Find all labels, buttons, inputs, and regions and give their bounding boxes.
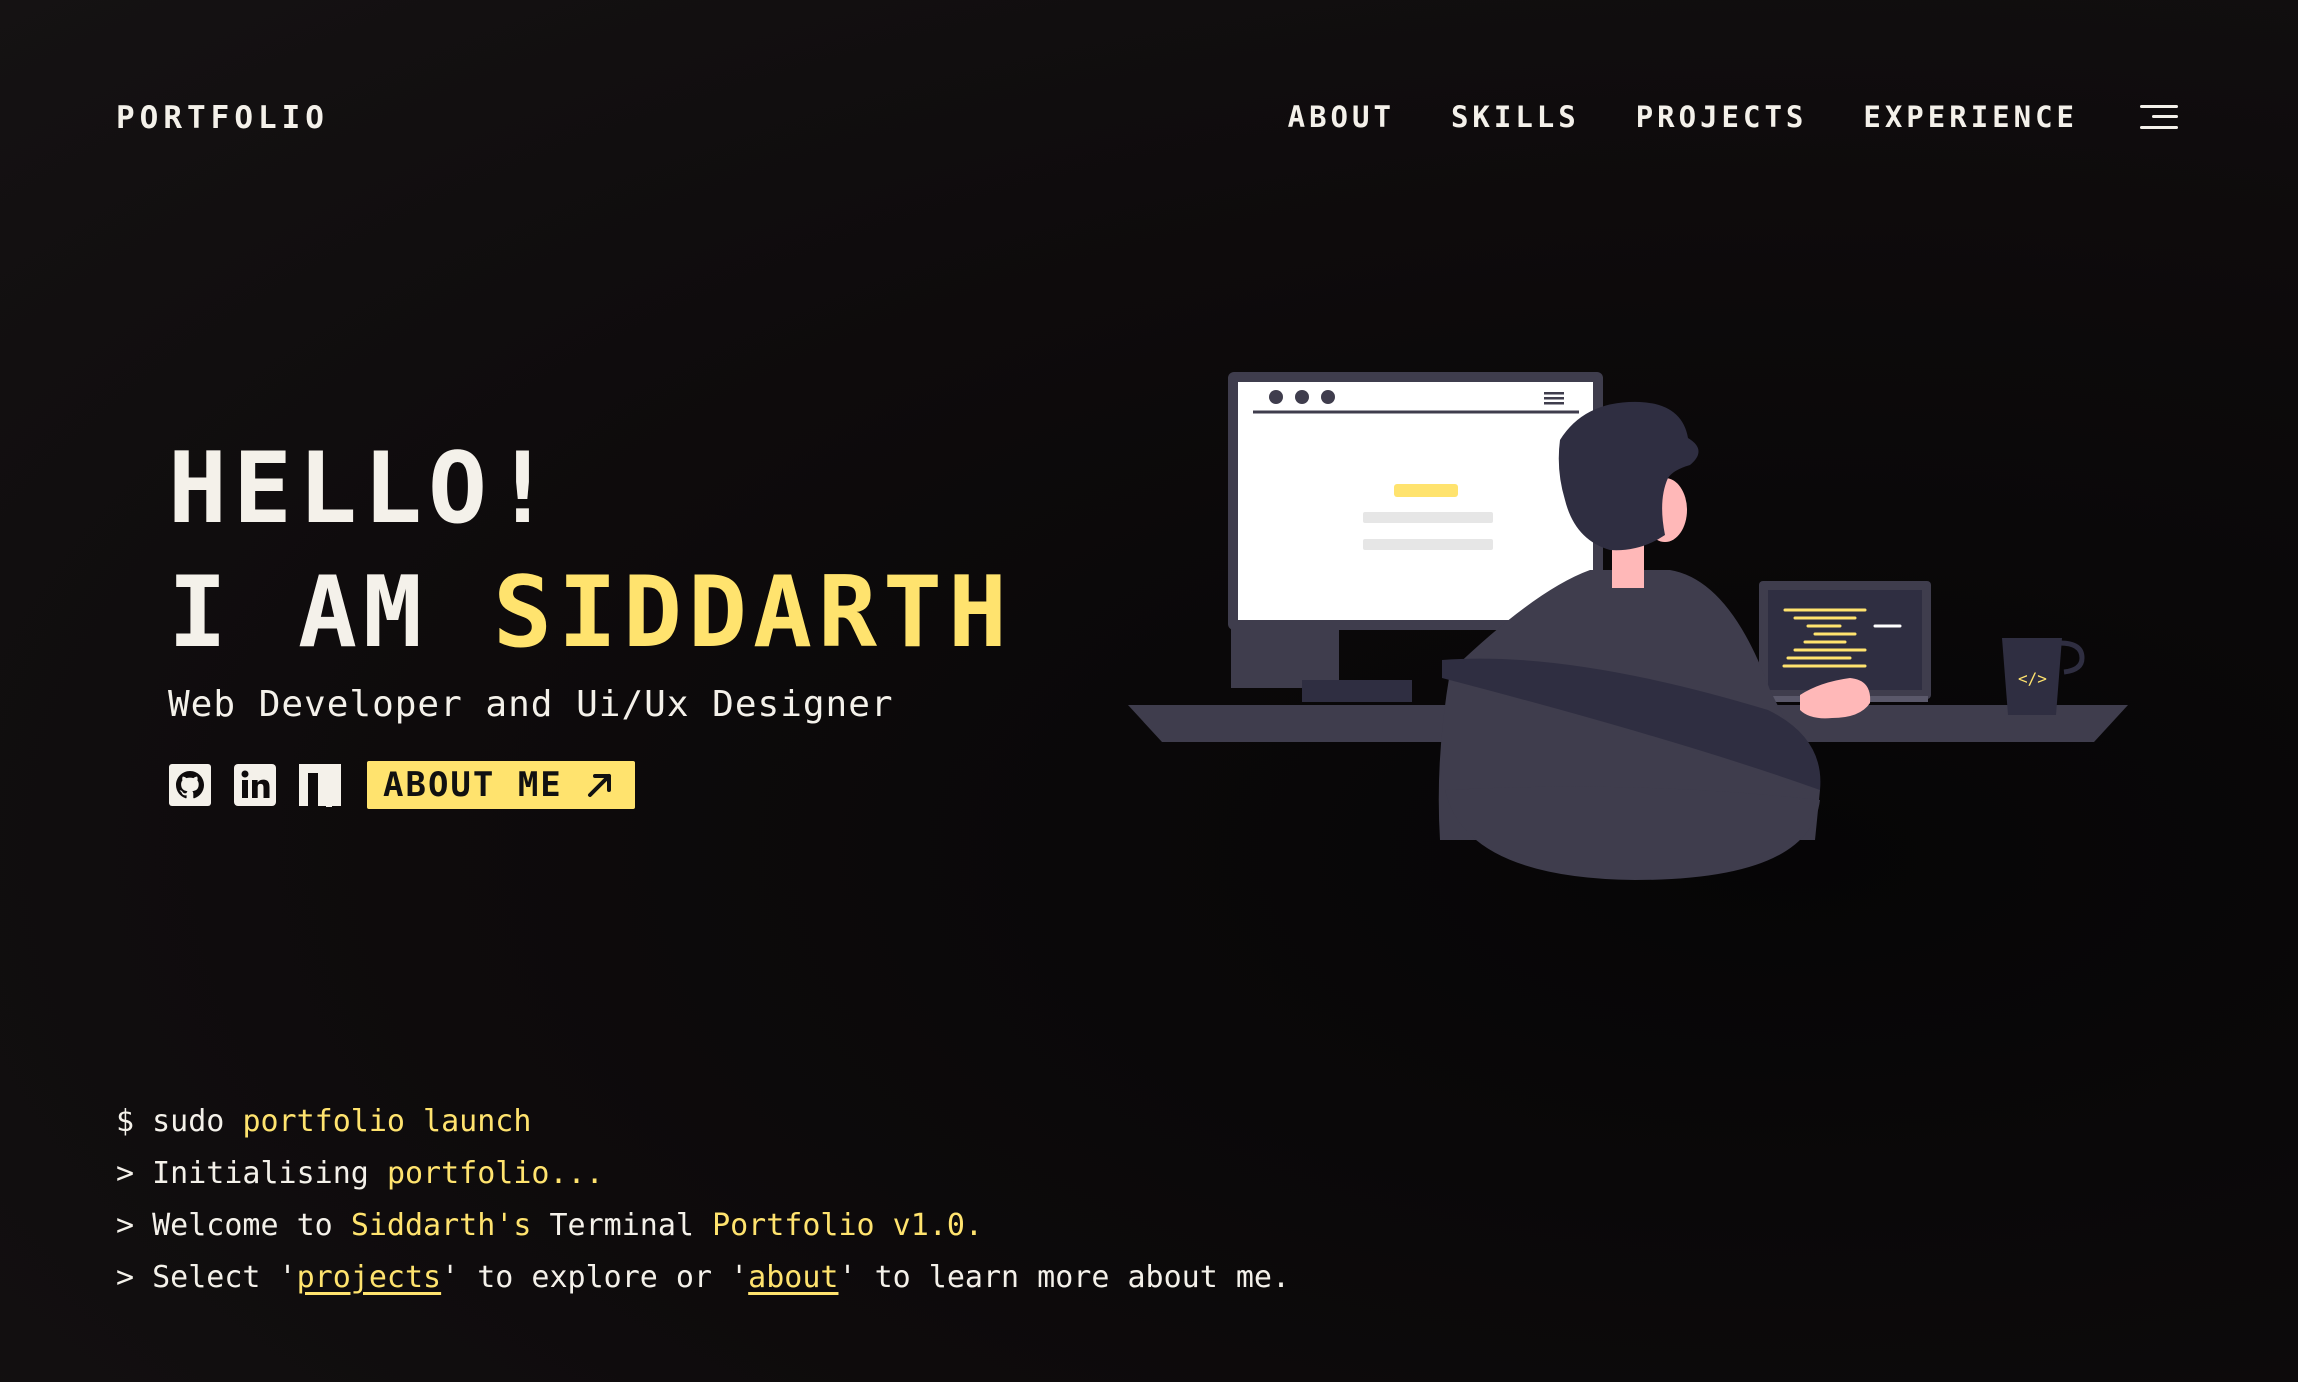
projects-link[interactable]: projects bbox=[297, 1260, 442, 1295]
nav-projects[interactable]: PROJECTS bbox=[1636, 100, 1808, 134]
terminal-prompt: > bbox=[116, 1208, 135, 1243]
terminal-argument: portfolio launch bbox=[242, 1104, 532, 1139]
terminal-line-select: > Select 'projects' to explore or 'about… bbox=[116, 1252, 1290, 1304]
terminal-command: sudo bbox=[134, 1104, 243, 1139]
terminal-accent: Portfolio v1.0. bbox=[712, 1208, 983, 1243]
nav-skills[interactable]: SKILLS bbox=[1451, 100, 1580, 134]
notion-icon[interactable] bbox=[298, 763, 342, 807]
brand-logo[interactable]: PORTFOLIO bbox=[116, 100, 329, 136]
hero-role: Web Developer and Ui/Ux Designer bbox=[168, 684, 894, 725]
linkedin-icon[interactable] bbox=[233, 763, 277, 807]
about-link[interactable]: about bbox=[748, 1260, 838, 1295]
hero-intro: I AM SIDDARTH bbox=[168, 548, 1013, 678]
arrow-up-right-icon bbox=[587, 774, 611, 797]
svg-text:</>: </> bbox=[2018, 669, 2047, 688]
hamburger-menu-icon[interactable] bbox=[2140, 103, 2178, 131]
github-icon[interactable] bbox=[168, 763, 212, 807]
terminal-text: ' to learn more about me. bbox=[838, 1260, 1291, 1295]
hero-section: HELLO! I AM SIDDARTH Web Developer and U… bbox=[168, 430, 1013, 809]
terminal-text: Initialising bbox=[134, 1156, 387, 1191]
hero-name: SIDDARTH bbox=[493, 556, 1014, 670]
terminal-prompt: > bbox=[116, 1156, 135, 1191]
hero-greeting: HELLO! bbox=[168, 432, 559, 546]
terminal-prompt: $ bbox=[116, 1104, 135, 1139]
terminal-line-command: $ sudo portfolio launch bbox=[116, 1096, 1290, 1148]
terminal-accent: portfolio... bbox=[386, 1156, 604, 1191]
terminal-text: Terminal bbox=[531, 1208, 713, 1243]
nav-about[interactable]: ABOUT bbox=[1288, 100, 1395, 134]
hero-actions: ABOUT ME bbox=[168, 761, 1013, 809]
terminal-prompt: > bbox=[116, 1260, 135, 1295]
terminal-text: Select ' bbox=[134, 1260, 297, 1295]
terminal-text: Welcome to bbox=[134, 1208, 351, 1243]
terminal-line-welcome: > Welcome to Siddarth's Terminal Portfol… bbox=[116, 1200, 1290, 1252]
terminal-line-init: > Initialising portfolio... bbox=[116, 1148, 1290, 1200]
about-me-label: ABOUT ME bbox=[383, 765, 563, 805]
terminal-text: ' to explore or ' bbox=[441, 1260, 749, 1295]
nav-experience[interactable]: EXPERIENCE bbox=[1863, 100, 2078, 134]
developer-illustration: </> bbox=[1128, 372, 2128, 880]
terminal-accent: Siddarth's bbox=[350, 1208, 532, 1243]
terminal-output: $ sudo portfolio launch > Initialising p… bbox=[116, 1096, 1290, 1304]
about-me-button[interactable]: ABOUT ME bbox=[367, 761, 635, 809]
intro-prefix: I AM bbox=[168, 556, 494, 670]
main-nav: ABOUT SKILLS PROJECTS EXPERIENCE bbox=[1232, 100, 2178, 134]
